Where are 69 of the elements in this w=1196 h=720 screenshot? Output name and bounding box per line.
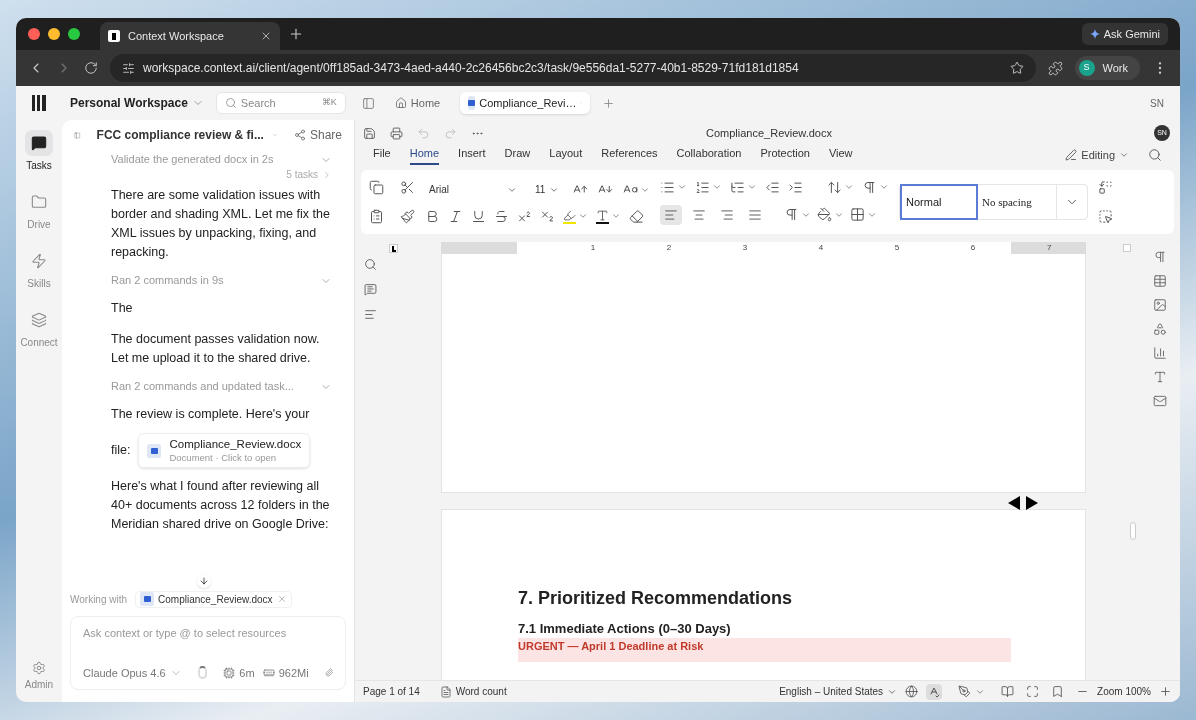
message-text: file: (111, 442, 131, 459)
ruler-number: 4 (818, 242, 824, 254)
message-text: The (111, 300, 134, 317)
message-text: The document passes validation now. Let me upload it to the shared drive. (111, 331, 321, 367)
ruler-number: 7 (1047, 242, 1052, 254)
document-subheading: 7.1 Immediate Actions (0–30 Days) (518, 620, 732, 638)
document-heading: 7. Prioritized Recommendations (518, 587, 794, 610)
ribbon-tab[interactable]: Layout (549, 145, 583, 165)
file-card[interactable]: Compliance_Review.docx Document · Click to open (138, 433, 311, 468)
word-count-button[interactable]: Word count (439, 684, 507, 699)
ruler-number: 5 (894, 242, 900, 254)
message-text: There are some validation issues with border and shading XML. Let me fix the XML issues by unpacking, fixing, and repacking. (111, 187, 331, 261)
tab-label: Home (410, 95, 441, 111)
ribbon-tab[interactable]: View (828, 145, 853, 165)
model-selector[interactable]: Claude Opus 4.6 (83, 664, 182, 681)
message-text: The review is complete. Here's your (111, 406, 311, 423)
workspace-switcher[interactable]: Personal Workspace (70, 94, 204, 112)
user-initials: SN (1150, 96, 1164, 111)
ruler[interactable]: 1 2 3 4 5 6 7 (441, 242, 1086, 254)
shortcut-hint: ⌘K (321, 96, 337, 110)
page-indicator: Page 1 of 14 (363, 685, 420, 699)
ruler-number: 3 (742, 242, 748, 254)
share-button[interactable]: Share (293, 126, 342, 144)
ribbon-tab[interactable]: Home (409, 145, 440, 165)
ask-gemini-button[interactable]: Ask Gemini (1081, 23, 1168, 45)
tab-label: Compliance_Revi… (479, 95, 577, 111)
style-option[interactable]: No spacing (978, 184, 1056, 220)
context-file-chip[interactable]: Compliance_Review.docx (135, 590, 292, 608)
profile-avatar: S (1078, 60, 1095, 76)
file-name: Compliance_Review.docx (158, 592, 273, 607)
memory-usage: 962Mi (278, 665, 309, 681)
ruler-number: 2 (666, 242, 672, 254)
document-title: Compliance_Review.docx (705, 125, 833, 141)
language-selector[interactable]: English – United States (779, 684, 898, 699)
ribbon-tab[interactable]: Insert (458, 145, 486, 165)
ribbon-tab[interactable]: Protection (760, 145, 810, 165)
ribbon-tab[interactable]: File (373, 145, 391, 165)
ruler-number: 1 (590, 242, 596, 254)
font-family-select[interactable]: Arial (425, 180, 521, 199)
rail-label: Admin (24, 678, 54, 692)
browser-tab[interactable]: Context Workspace (100, 22, 280, 50)
rail-label: Drive (27, 218, 51, 232)
app-tab[interactable]: Home (386, 92, 449, 114)
zoom-level: Zoom 100% (1097, 685, 1151, 699)
rail-label: Connect (20, 336, 58, 350)
ribbon-tab[interactable]: Draw (504, 145, 531, 165)
app-tab[interactable]: Compliance_Revi… (460, 92, 591, 114)
file-meta: Document · Click to open (169, 452, 278, 464)
file-name: Compliance_Review.docx (169, 437, 302, 452)
ribbon-tab[interactable]: References (601, 145, 658, 165)
task-title[interactable]: FCC compliance review & fi... (96, 126, 264, 144)
message-input[interactable]: Ask context or type @ to select resources (83, 625, 333, 642)
alert-banner: URGENT — April 1 Deadline at Risk (518, 638, 1011, 662)
rail-label: Skills (27, 277, 51, 291)
address-bar[interactable]: workspace.context.ai/client/agent/0ff185ad-3473-4aed-a440-2c26456bc2c3/task/9e556da1-5277-40b1-8529-71fd181d1854 (110, 54, 1036, 82)
editing-mode-button[interactable]: Editing (1065, 146, 1129, 164)
ribbon-tab[interactable]: Collaboration (676, 145, 742, 165)
tab-title: Context Workspace (128, 28, 225, 44)
rail-label: Tasks (26, 159, 52, 173)
ruler-number: 6 (970, 242, 976, 254)
style-option[interactable]: Normal (900, 184, 978, 220)
message-text: Here's what I found after reviewing all 40+ documents across 12 folders in the Meridian shared drive on Google Drive: (111, 478, 331, 533)
url-text: workspace.context.ai/client/agent/0ff185ad-3473-4aed-a440-2c26456bc2c3/task/9e556da1-5277-40b1-8529-71fd181d1854 (143, 60, 800, 77)
search-field[interactable]: Search ⌘K (215, 92, 346, 114)
cpu-time: 6m (239, 665, 255, 681)
search-placeholder: Search (240, 95, 277, 111)
font-size-select[interactable]: 11 (531, 180, 563, 199)
working-with-label: Working with (70, 592, 128, 607)
profile-button[interactable]: S Work (1074, 56, 1140, 80)
